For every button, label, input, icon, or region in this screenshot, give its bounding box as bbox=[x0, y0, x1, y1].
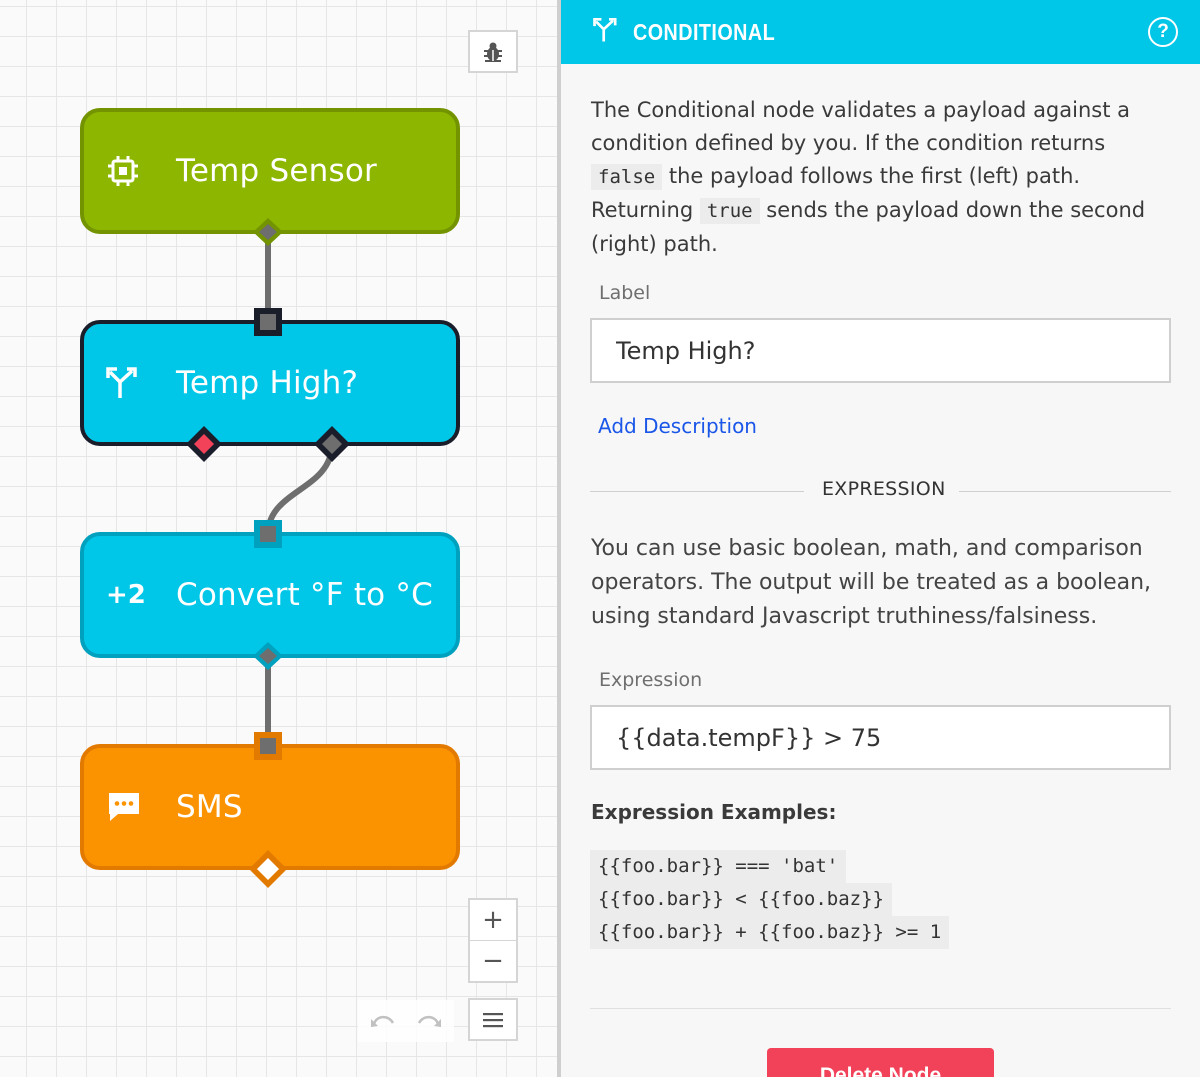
zoom-in-button[interactable]: + bbox=[468, 898, 518, 941]
expression-help-text: You can use basic boolean, math, and com… bbox=[591, 536, 1152, 629]
node-properties-panel: CONDITIONAL ? The Conditional node valid… bbox=[561, 0, 1200, 1077]
hamburger-icon bbox=[483, 1012, 503, 1027]
help-button[interactable]: ? bbox=[1148, 17, 1178, 47]
panel-title: CONDITIONAL bbox=[633, 18, 776, 45]
undo-icon[interactable] bbox=[370, 1010, 396, 1030]
section-divider-right bbox=[959, 491, 1171, 492]
output-port-true[interactable] bbox=[314, 426, 350, 462]
zoom-out-button[interactable]: − bbox=[468, 940, 518, 983]
redo-icon[interactable] bbox=[416, 1010, 442, 1030]
conditional-fork-icon bbox=[593, 17, 619, 47]
example-line: {{foo.bar}} < {{foo.baz}} bbox=[590, 883, 892, 916]
question-icon: ? bbox=[1157, 21, 1169, 42]
expression-section-heading: EXPRESSION bbox=[822, 478, 946, 500]
expression-field-label: Expression bbox=[599, 669, 703, 691]
expression-examples: {{foo.bar}} === 'bat' {{foo.bar}} < {{fo… bbox=[590, 850, 950, 949]
label-field-label: Label bbox=[599, 282, 651, 304]
panel-header: CONDITIONAL ? bbox=[561, 0, 1200, 64]
delete-node-label: Delete Node bbox=[819, 1064, 942, 1077]
code-false: false bbox=[591, 164, 663, 190]
output-port-sms[interactable] bbox=[249, 850, 287, 888]
description-text: The Conditional node validates a payload… bbox=[591, 98, 1130, 155]
label-input[interactable] bbox=[590, 318, 1171, 383]
example-line: {{foo.bar}} + {{foo.baz}} >= 1 bbox=[590, 916, 950, 949]
node-description: The Conditional node validates a payload… bbox=[591, 94, 1181, 261]
footer-divider bbox=[590, 1008, 1171, 1009]
add-description-link[interactable]: Add Description bbox=[598, 414, 757, 438]
section-divider-left bbox=[590, 491, 804, 492]
canvas-menu-button[interactable] bbox=[468, 998, 518, 1041]
history-controls bbox=[358, 1000, 454, 1042]
input-port-conditional[interactable] bbox=[254, 308, 282, 336]
plus-icon: + bbox=[482, 905, 504, 935]
expression-input[interactable] bbox=[590, 705, 1171, 770]
code-true: true bbox=[699, 198, 760, 224]
delete-node-button[interactable]: Delete Node bbox=[767, 1048, 994, 1077]
output-port-convert[interactable] bbox=[253, 642, 283, 670]
output-port-sensor[interactable] bbox=[253, 218, 283, 246]
output-port-false[interactable] bbox=[186, 426, 222, 462]
input-port-convert[interactable] bbox=[254, 520, 282, 548]
workflow-canvas[interactable]: Temp Sensor Temp High? +2 Convert °F to … bbox=[0, 0, 557, 1077]
examples-title: Expression Examples: bbox=[591, 800, 837, 824]
minus-icon: − bbox=[482, 946, 504, 976]
example-line: {{foo.bar}} === 'bat' bbox=[590, 850, 847, 883]
input-port-sms[interactable] bbox=[254, 732, 282, 760]
